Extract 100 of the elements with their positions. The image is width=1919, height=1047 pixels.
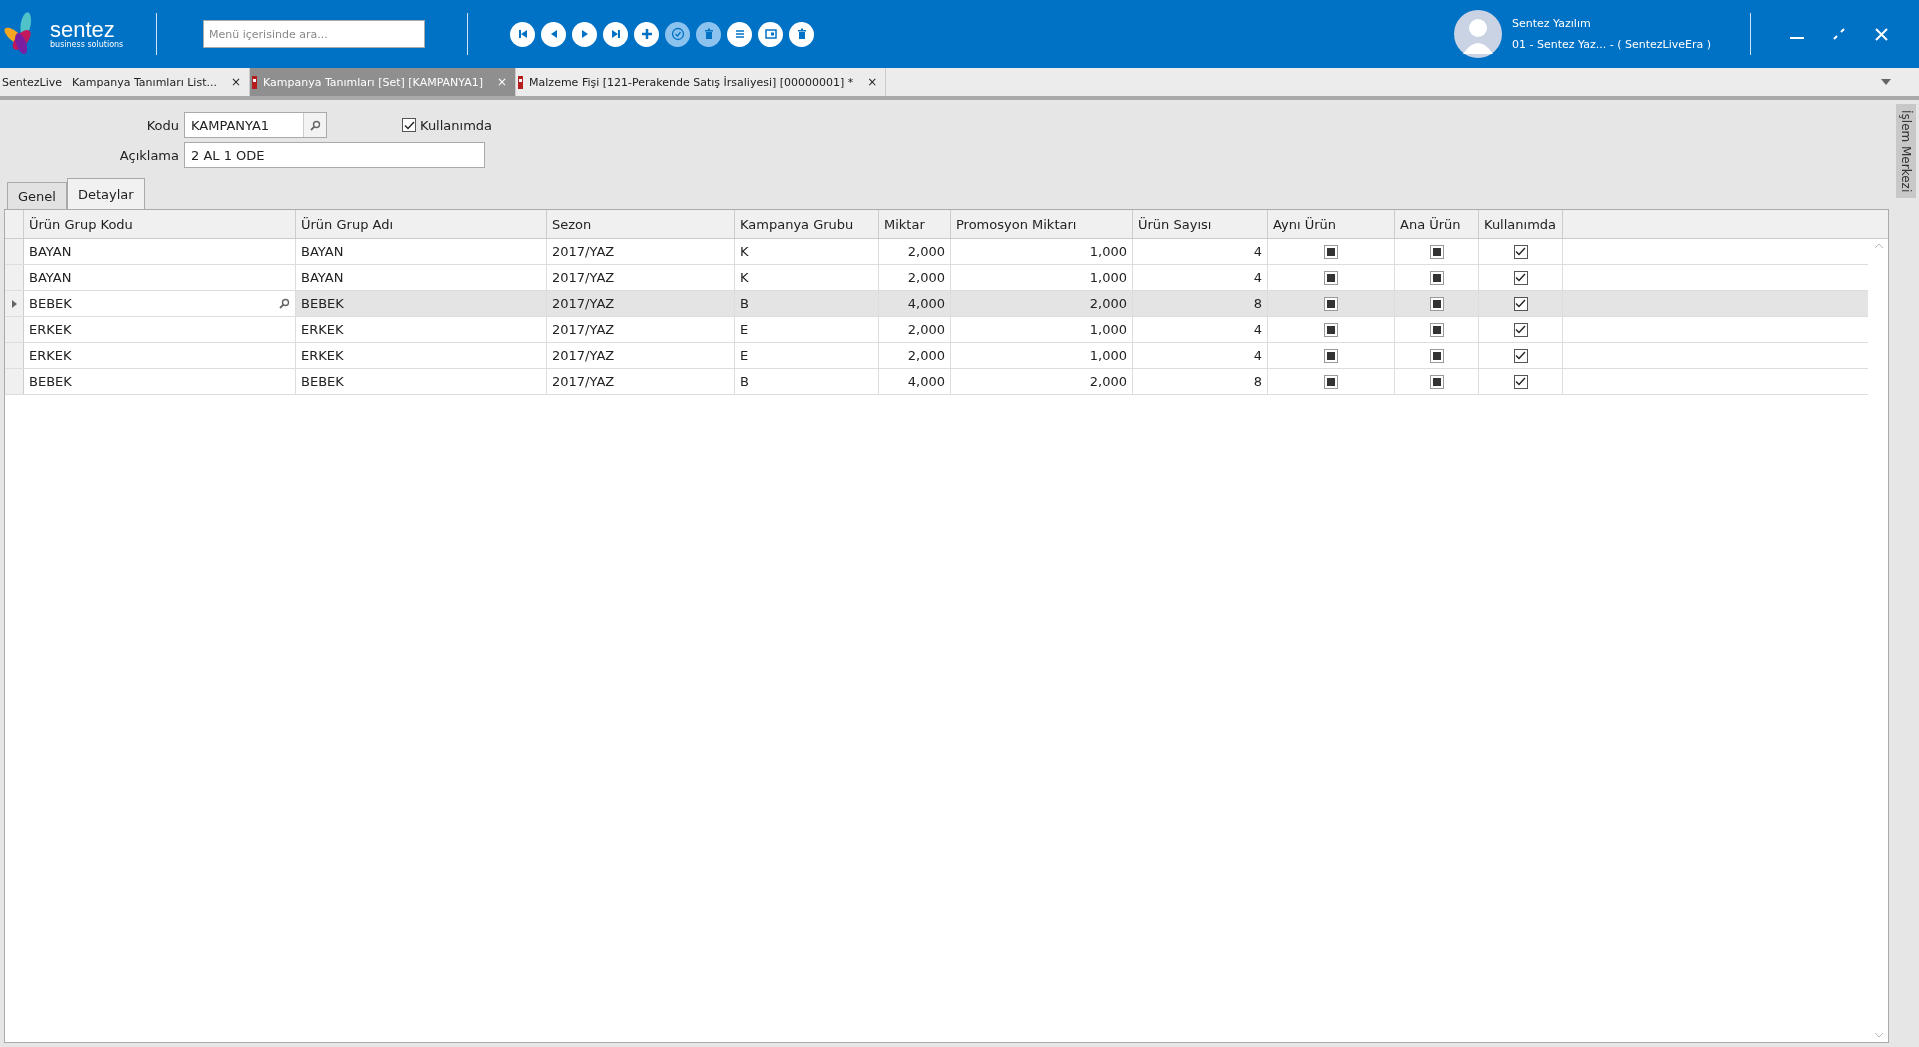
resize-icon (1833, 28, 1845, 40)
table-cell: 2,000 (879, 265, 951, 290)
column-header[interactable]: Ürün Grup Adı (296, 210, 547, 238)
tab-label: Kampanya Tanımları List... (72, 75, 217, 89)
check-icon (1515, 299, 1526, 308)
avatar-icon (1454, 10, 1502, 58)
table-row[interactable]: BAYAN BAYAN 2017/YAZ K 2,000 1,000 4 (5, 265, 1868, 291)
table-cell: 4,000 (879, 291, 951, 316)
table-cell: ERKEK (24, 343, 296, 368)
table-cell: 2017/YAZ (547, 239, 735, 264)
checkbox[interactable] (1429, 322, 1444, 337)
table-cell: BAYAN (24, 265, 296, 290)
table-cell: BAYAN (24, 239, 296, 264)
checkbox[interactable] (1429, 244, 1444, 259)
column-header[interactable]: Kullanımda (1479, 210, 1563, 238)
checkbox[interactable] (1429, 348, 1444, 363)
table-row[interactable]: ERKEK ERKEK 2017/YAZ E 2,000 1,000 4 (5, 317, 1868, 343)
search-icon (309, 119, 321, 131)
checkbox[interactable] (1429, 296, 1444, 311)
table-cell: BEBEK (24, 369, 296, 394)
code-field[interactable]: KAMPANYA1 (184, 112, 327, 138)
tab-close-button[interactable]: × (867, 75, 878, 89)
checkbox[interactable] (402, 118, 416, 132)
document-tab[interactable]: Malzeme Fişi [121-Perakende Satış İrsaliyesi] [00000001] * × (516, 68, 887, 96)
checkbox[interactable] (1324, 270, 1338, 285)
checkbox[interactable] (1324, 374, 1338, 389)
toolbar-button[interactable] (510, 21, 535, 47)
checkbox[interactable] (1429, 270, 1444, 285)
table-cell: 2017/YAZ (547, 291, 735, 316)
search-icon (279, 298, 290, 309)
checkbox[interactable] (1324, 348, 1338, 363)
table-cell: 8 (1133, 369, 1268, 394)
table-cell: 2017/YAZ (547, 265, 735, 290)
logo-name: sentez (50, 19, 115, 41)
tab[interactable]: Detaylar (66, 178, 145, 209)
toolbar-button[interactable] (541, 21, 566, 47)
table-row[interactable]: ERKEK ERKEK 2017/YAZ E 2,000 1,000 4 (5, 343, 1868, 369)
checkbox[interactable] (1324, 244, 1338, 259)
tab-label: Malzeme Fişi [121-Perakende Satış İrsaliyesi] [00000001] * (529, 75, 854, 89)
dropdown-arrow-icon[interactable] (1881, 79, 1891, 85)
toolbar-button[interactable] (789, 21, 814, 47)
check-icon (1515, 351, 1526, 360)
table-cell: 4 (1133, 239, 1268, 264)
checkbox[interactable] (1513, 270, 1528, 285)
toolbar-button[interactable] (727, 21, 752, 47)
row-header[interactable] (5, 291, 24, 316)
lookup-button[interactable] (303, 113, 326, 137)
side-panel-tab[interactable]: İşlem Merkezi (1896, 104, 1916, 199)
check-icon (403, 120, 415, 130)
table-cell: 1,000 (951, 265, 1133, 290)
field-label: Açıklama (118, 147, 179, 163)
check-icon (1515, 247, 1526, 256)
description-field[interactable]: 2 AL 1 ODE (184, 142, 485, 168)
table-cell: B (735, 291, 879, 316)
checkbox[interactable] (1513, 374, 1528, 389)
checkbox[interactable] (1513, 244, 1528, 259)
column-header[interactable]: Ana Ürün (1395, 210, 1479, 238)
table-row[interactable]: BEBEK BEBEK 2017/YAZ B 4,000 2,000 8 (5, 369, 1868, 395)
checkbox[interactable] (1513, 296, 1528, 311)
table-row[interactable]: BAYAN BAYAN 2017/YAZ K 2,000 1,000 4 (5, 239, 1868, 265)
table-cell: 2,000 (879, 317, 951, 342)
column-header[interactable]: Kampanya Grubu (735, 210, 879, 238)
checkbox[interactable] (1513, 348, 1528, 363)
company-name: 01 - Sentez Yaz... - ( SentezLiveEra ) (1512, 38, 1713, 51)
column-header[interactable]: Aynı Ürün (1268, 210, 1395, 238)
checkbox[interactable] (1324, 296, 1338, 311)
row-pointer-icon (11, 299, 17, 308)
check-circle-icon (669, 26, 686, 42)
toolbar-button[interactable] (758, 21, 783, 47)
menu-search-field[interactable]: Menü içerisinde ara... (203, 20, 425, 48)
column-header[interactable]: Ürün Grup Kodu (24, 210, 296, 238)
column-header[interactable]: Promosyon Miktarı (951, 210, 1133, 238)
table-row[interactable]: BEBEK BEBEK 2017/YAZ B 4,000 2,000 8 (5, 291, 1868, 317)
card-icon (762, 26, 779, 42)
table-cell: 4 (1133, 265, 1268, 290)
table-cell: ERKEK (24, 317, 296, 342)
table-cell: 2017/YAZ (547, 317, 735, 342)
checkbox-label: Kullanımda (420, 117, 493, 133)
column-header[interactable]: Ürün Sayısı (1133, 210, 1268, 238)
toolbar-button[interactable] (572, 21, 597, 47)
table-cell: ERKEK (296, 317, 547, 342)
checkbox[interactable] (1429, 374, 1444, 389)
tab-close-button[interactable]: × (230, 75, 241, 89)
column-header[interactable]: Miktar (879, 210, 951, 238)
toolbar-button[interactable] (634, 21, 659, 47)
checkbox[interactable] (1513, 322, 1528, 337)
table-cell: K (735, 239, 879, 264)
check-icon (1515, 377, 1526, 386)
check-icon (1515, 325, 1526, 334)
tab[interactable]: Genel (7, 182, 67, 209)
column-header[interactable]: Sezon (547, 210, 735, 238)
close-icon (1874, 27, 1888, 41)
check-icon (1515, 273, 1526, 282)
table-cell: 2,000 (951, 369, 1133, 394)
tab-label: Kampanya Tanımları [Set] [KAMPANYA1] (263, 75, 483, 89)
table-cell: 1,000 (951, 343, 1133, 368)
table-cell: 2,000 (879, 239, 951, 264)
toolbar-button[interactable] (603, 21, 628, 47)
table-cell: B (735, 369, 879, 394)
checkbox[interactable] (1324, 322, 1338, 337)
